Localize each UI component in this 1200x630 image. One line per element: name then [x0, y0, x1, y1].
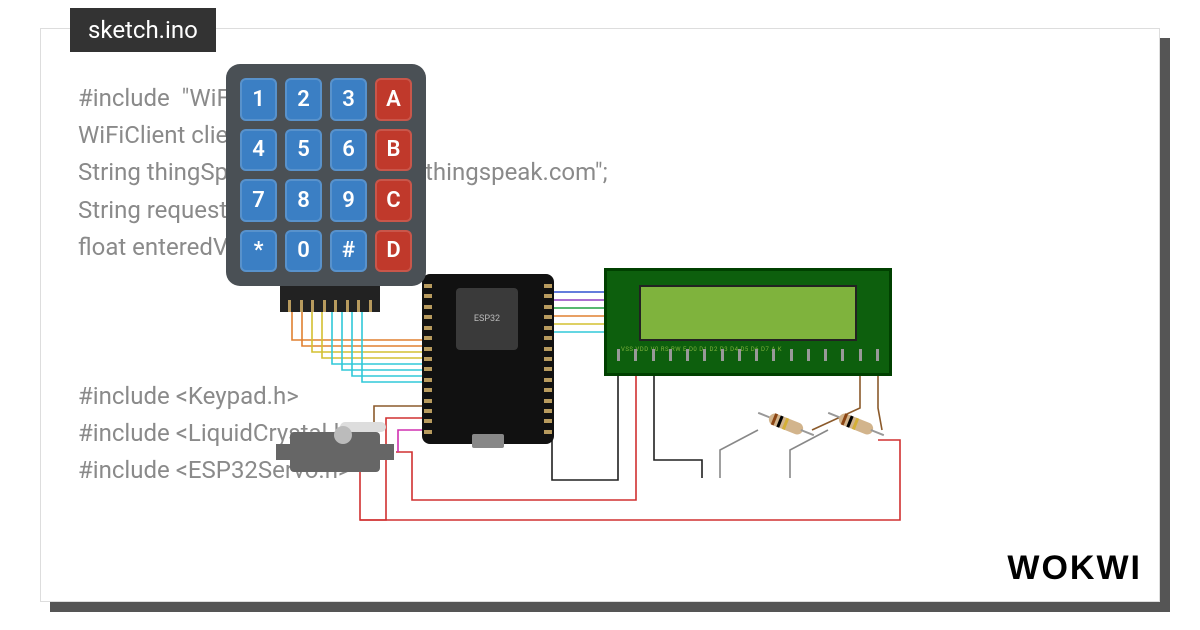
keypad-key-B[interactable]: B	[375, 129, 412, 172]
esp32-chip: ESP32	[456, 288, 518, 350]
keypad-key-8[interactable]: 8	[285, 179, 322, 222]
esp32-right-pins	[544, 284, 552, 434]
lcd-component[interactable]: VSS VDD V0 RS RW E D0 D1 D2 D3 D4 D5 D6 …	[604, 268, 892, 376]
keypad-pin-header	[280, 286, 380, 312]
keypad-key-D[interactable]: D	[375, 230, 412, 273]
keypad-key-0[interactable]: 0	[285, 230, 322, 273]
keypad-key-1[interactable]: 1	[240, 78, 277, 121]
keypad-key-5[interactable]: 5	[285, 129, 322, 172]
esp32-left-pins	[424, 284, 432, 434]
keypad-key-*[interactable]: *	[240, 230, 277, 273]
esp32-board[interactable]: ESP32	[422, 274, 554, 444]
filename-tab: sketch.ino	[70, 8, 216, 52]
keypad-component[interactable]: 123A 456B 789C *0#D	[226, 64, 426, 286]
keypad-key-#[interactable]: #	[330, 230, 367, 273]
lcd-pin-header	[617, 349, 879, 369]
servo-hub	[334, 426, 352, 444]
wokwi-logo: WOKWI	[1007, 549, 1142, 588]
lcd-screen	[639, 285, 857, 341]
esp32-usb	[472, 434, 504, 448]
keypad-key-9[interactable]: 9	[330, 179, 367, 222]
keypad-key-7[interactable]: 7	[240, 179, 277, 222]
keypad-key-A[interactable]: A	[375, 78, 412, 121]
keypad-key-2[interactable]: 2	[285, 78, 322, 121]
servo-component[interactable]	[290, 432, 380, 472]
keypad-key-6[interactable]: 6	[330, 129, 367, 172]
keypad-key-4[interactable]: 4	[240, 129, 277, 172]
keypad-key-3[interactable]: 3	[330, 78, 367, 121]
keypad-key-C[interactable]: C	[375, 179, 412, 222]
